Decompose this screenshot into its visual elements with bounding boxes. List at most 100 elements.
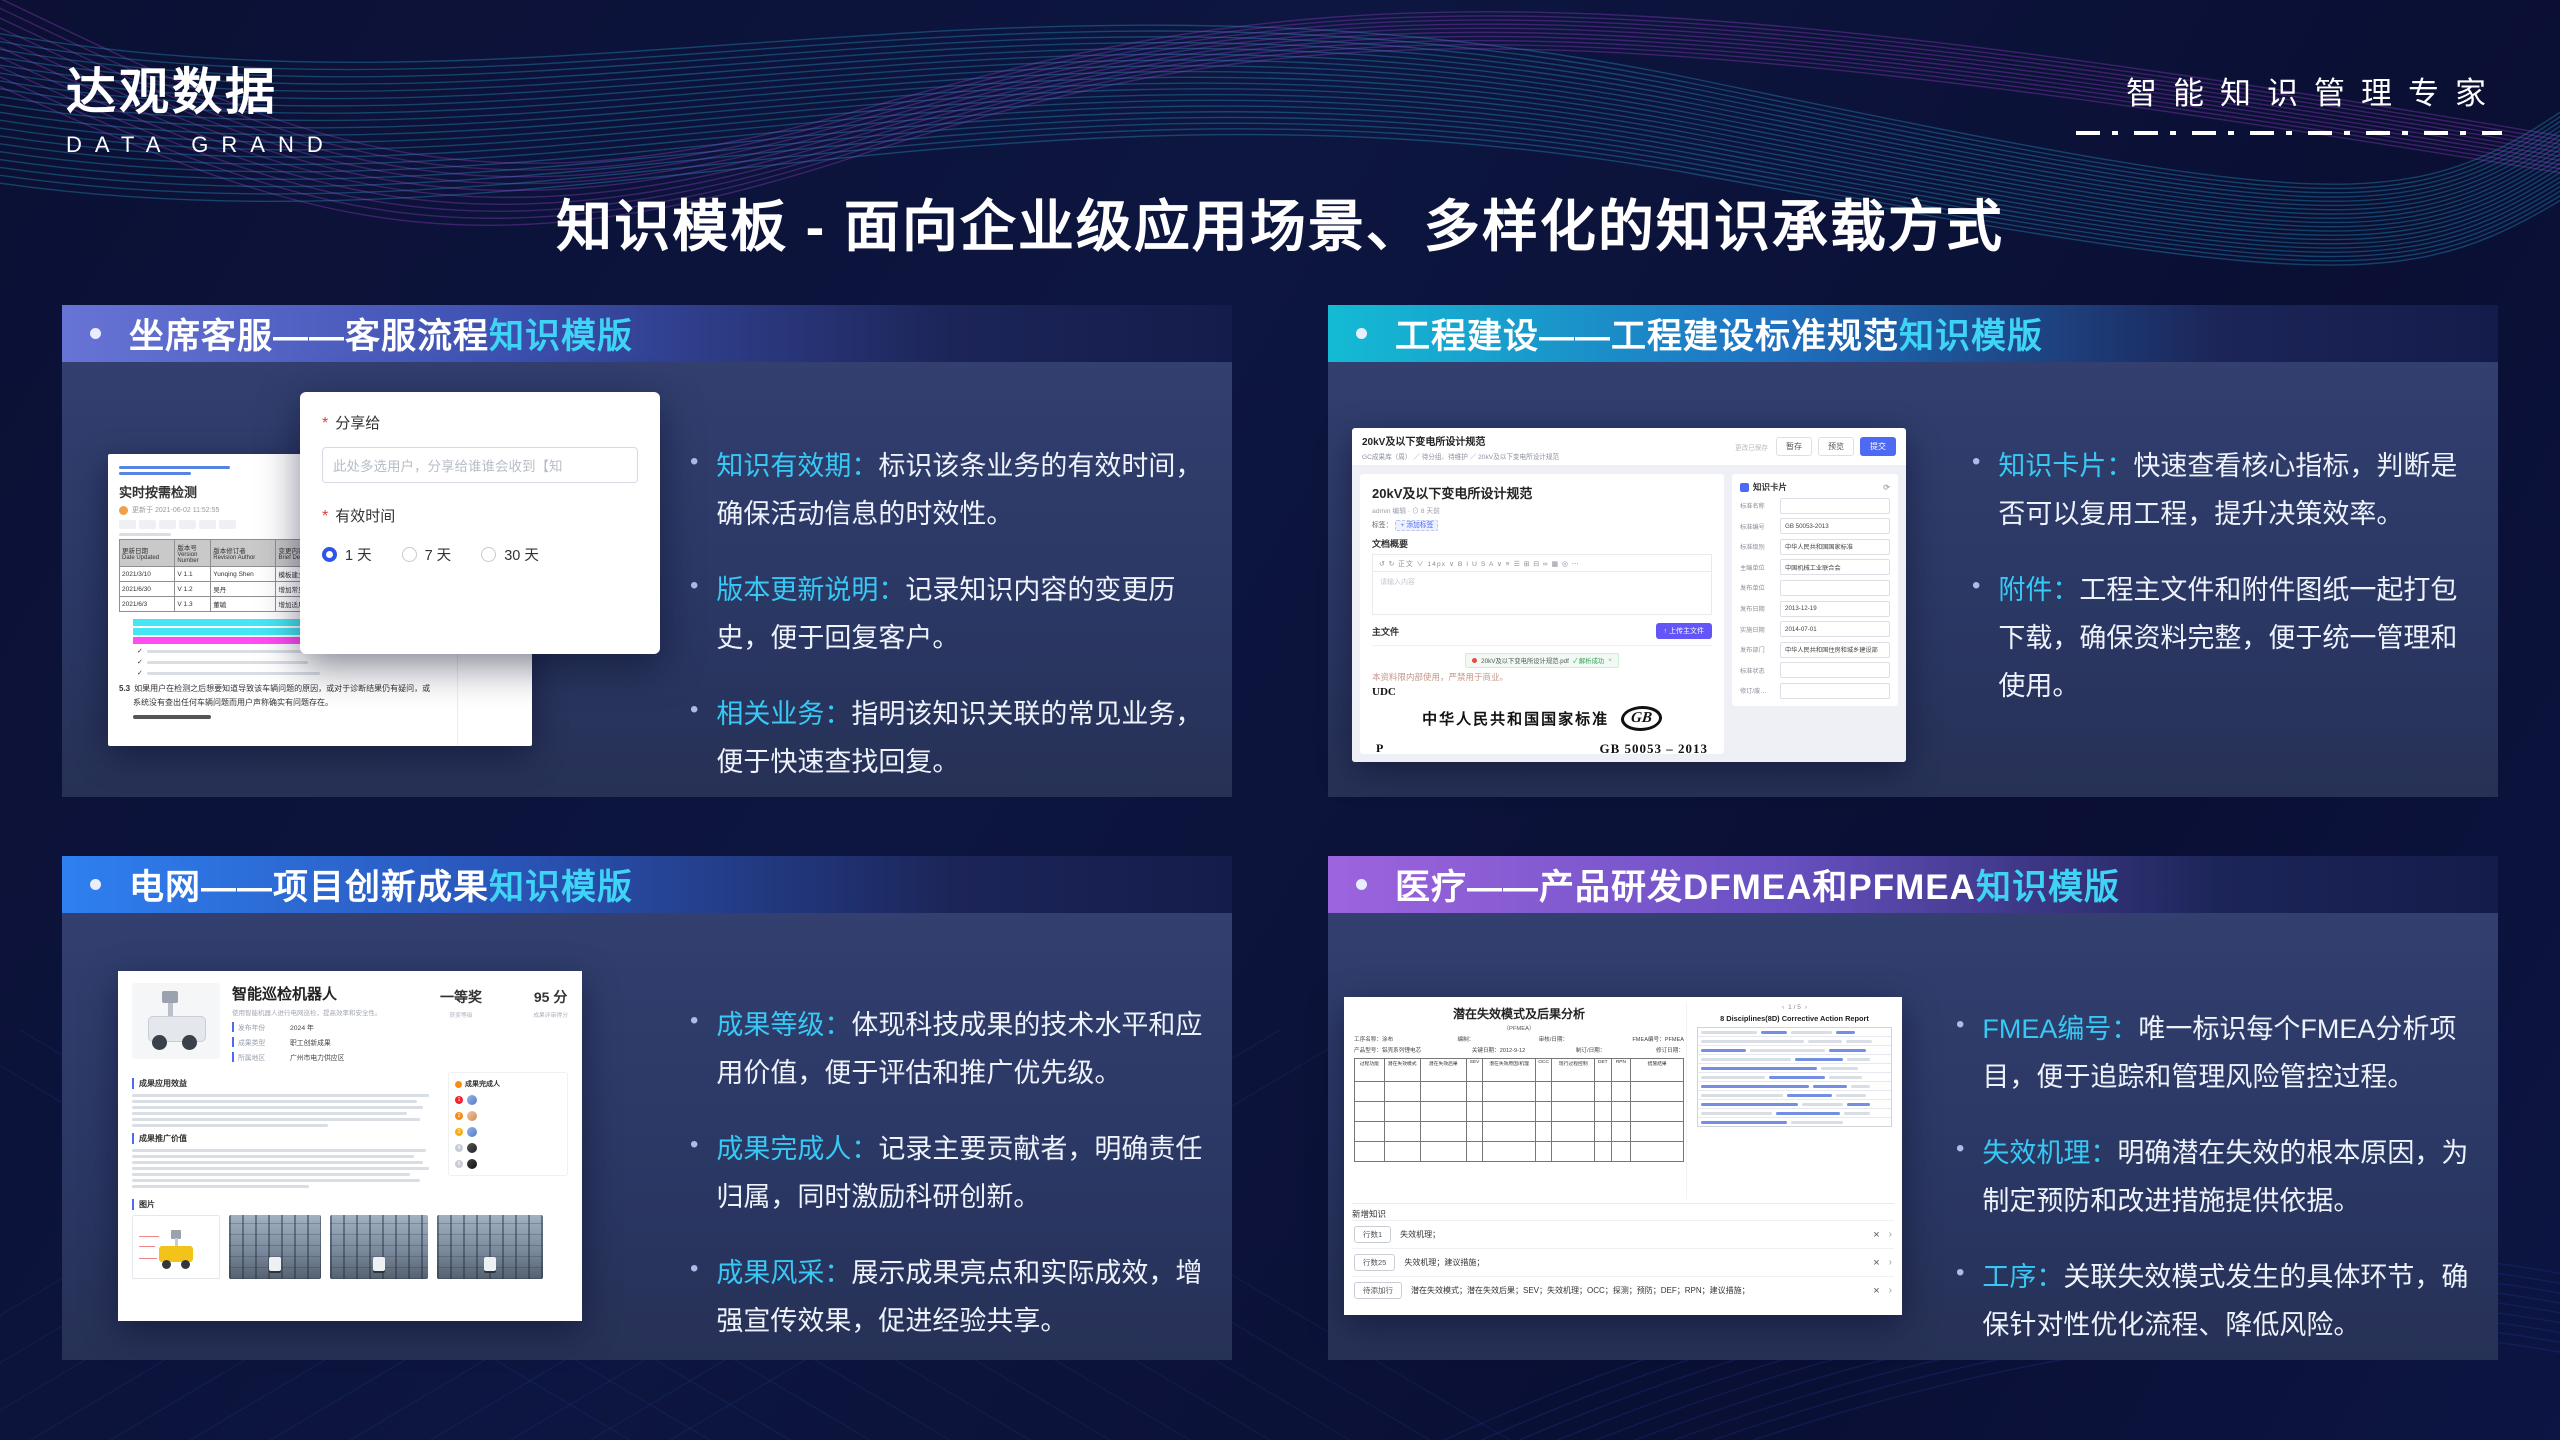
radio-option-1day[interactable]: 1 天: [322, 544, 372, 565]
robot-image: [132, 983, 220, 1059]
panel-medical-fmea: 医疗——产品研发DFMEA和PFMEA知识模版 潜在失效模式及后果分析 （PFM…: [1328, 856, 2498, 1360]
knowledge-row: 行数25 失效机理；建议措施； × ›: [1352, 1248, 1894, 1276]
summary-section-label: 文档概要: [1372, 537, 1712, 550]
radio-option-30days[interactable]: 30 天: [481, 544, 539, 565]
chevron-right-icon[interactable]: ›: [1889, 1257, 1892, 1268]
panel-title-cyan: 知识模版: [1976, 868, 2120, 907]
brand-tagline-text: 智能知识管理专家: [2076, 68, 2502, 113]
substation-photo: [229, 1215, 321, 1279]
brand-logo-en: DATA GRAND: [66, 132, 336, 158]
radio-icon[interactable]: [481, 547, 496, 562]
doc-link-bar: [119, 472, 191, 475]
col-header: 更新日期Date Updated: [120, 540, 175, 567]
pager-prev-icon[interactable]: ‹: [1782, 1004, 1784, 1011]
doc-meta-text: 更新于 2021-06-02 11:52:55: [132, 505, 219, 515]
bullet-item: •知识有效期：标识该条业务的有效时间，确保活动信息的时效性。: [690, 442, 1206, 538]
member-row: 2: [455, 1111, 561, 1121]
pfmea-subtitle: （PFMEA）: [1354, 1023, 1684, 1032]
panel-title: 工程建设——工程建设标准规范知识模版: [1395, 308, 2043, 359]
pfmea-title: 潜在失效模式及后果分析: [1354, 1005, 1684, 1022]
field-input[interactable]: [1780, 580, 1890, 596]
close-icon[interactable]: ×: [1873, 1229, 1879, 1241]
radio-selected-icon[interactable]: [322, 547, 337, 562]
slide: 达观数据 DATA GRAND 智能知识管理专家 知识模板 - 面向企业级应用场…: [0, 0, 2560, 1440]
field-input[interactable]: GB 50053-2013: [1780, 518, 1890, 534]
refresh-icon[interactable]: ⟳: [1883, 483, 1890, 492]
brand-logo-cn: 达观数据: [66, 52, 336, 124]
breadcrumb[interactable]: GC成果库（周） ／ 待分组、待维护 ／ 20kV及以下变电所设计规范: [1362, 451, 1559, 461]
chevron-right-icon[interactable]: ›: [1889, 1229, 1892, 1240]
p-label: P: [1376, 741, 1383, 754]
add-tag-button[interactable]: + 添加标签: [1395, 520, 1438, 531]
col-header: 版本号Version Number: [175, 540, 211, 567]
field-input[interactable]: 中华人民共和国国家标准: [1780, 539, 1890, 555]
panel-body: 实时按需检测 更新于 2021-06-02 11:52:55 更新日期Date …: [62, 362, 1232, 797]
bullet-marker: •: [1956, 1129, 1964, 1225]
pager: ‹1 / 5›: [1697, 1004, 1892, 1011]
draft-button[interactable]: 暂存: [1776, 437, 1812, 456]
member-row: 4: [455, 1143, 561, 1153]
file-preview: 20kV及以下变电所设计规范.pdf ✓ 解析成功 × 本资料限内部使用，严禁用…: [1372, 645, 1712, 754]
report-8d-doc: ‹1 / 5› 8 Disciplines(8D) Corrective Act…: [1695, 1003, 1894, 1199]
field-input[interactable]: 中华人民共和国住房和城乡建设部: [1780, 642, 1890, 658]
bullet-item: •相关业务：指明该知识关联的常见业务，便于快速查找回复。: [690, 690, 1206, 786]
close-icon[interactable]: ×: [1873, 1285, 1879, 1297]
field-input[interactable]: [1780, 498, 1890, 514]
required-asterisk: *: [322, 415, 328, 432]
upload-button[interactable]: ↑ 上传主文件: [1656, 623, 1712, 639]
fmea-row: [1355, 1122, 1684, 1142]
radio-option-7days[interactable]: 7 天: [402, 544, 452, 565]
window-title: 20kV及以下变电所设计规范: [1362, 433, 1559, 448]
bullet-dot-icon: [1356, 879, 1367, 890]
share-user-input[interactable]: 此处多选用户，分享给谁谁会收到【知: [322, 447, 638, 483]
editor-area[interactable]: 请输入内容: [1372, 571, 1712, 615]
preview-button[interactable]: 预览: [1818, 437, 1854, 456]
clause-text: 系统没有查出任何车辆问题而用户声称确实有问题存在。: [133, 697, 446, 709]
panel-header: 坐席客服——客服流程知识模版: [62, 305, 1232, 362]
editor-toolbar[interactable]: ↺ ↻ 正文 ∨ 14px ∨ B I U S A ∨ ≡ ☰ ⊞ ⊟ ∞ ▦ …: [1372, 554, 1712, 571]
bullet-marker: •: [690, 1001, 698, 1097]
bullet-marker: •: [690, 1249, 698, 1345]
remove-file-icon[interactable]: ×: [1608, 657, 1612, 664]
submit-button[interactable]: 提交: [1860, 437, 1896, 456]
pfmea-doc: 潜在失效模式及后果分析 （PFMEA） 工序名称：涂布编制：审核/日期：FMEA…: [1352, 1003, 1687, 1199]
row-chip[interactable]: 行数1: [1354, 1226, 1391, 1243]
standard-title-row: 中华人民共和国国家标准 GB: [1372, 706, 1712, 731]
field-input[interactable]: 2013-12-19: [1780, 601, 1890, 617]
doc-head-center: 智能巡检机器人 使用智能机器人进行电网巡检，提高效率和安全性。 发布年份2024…: [232, 983, 428, 1062]
avatar: [467, 1159, 477, 1169]
row-text: 失效机理；建议措施；: [1404, 1257, 1864, 1268]
fmea-row: [1355, 1142, 1684, 1162]
panel-body: 潜在失效模式及后果分析 （PFMEA） 工序名称：涂布编制：审核/日期：FMEA…: [1328, 913, 2498, 1360]
panel-header: 电网——项目创新成果知识模版: [62, 856, 1232, 913]
panel-title-cyan: 知识模版: [489, 868, 633, 907]
members-title: 成果完成人: [455, 1079, 561, 1089]
file-chip[interactable]: 20kV及以下变电所设计规范.pdf ✓ 解析成功 ×: [1465, 653, 1619, 668]
field-input[interactable]: [1780, 662, 1890, 678]
row-chip[interactable]: 行数25: [1354, 1254, 1395, 1271]
app-actions: 更改已保存 暂存 预览 提交: [1735, 437, 1896, 456]
field-input[interactable]: 2014-07-01: [1780, 621, 1890, 637]
page-title: 知识模板 - 面向企业级应用场景、多样化的知识承载方式: [0, 182, 2560, 263]
card-field: 修订/废…: [1740, 683, 1890, 699]
card-field: 主编单位中国机械工业联合会: [1740, 559, 1890, 575]
doc-title: 智能巡检机器人: [232, 983, 428, 1004]
bullet-item: •成果风采：展示成果亮点和实际成效，增强宣传效果，促进经验共享。: [690, 1249, 1206, 1345]
field-input[interactable]: 中国机械工业联合会: [1780, 559, 1890, 575]
close-icon[interactable]: ×: [1873, 1257, 1879, 1269]
morse-divider: [2076, 131, 2502, 135]
radio-icon[interactable]: [402, 547, 417, 562]
row-chip[interactable]: 待添加行: [1354, 1282, 1402, 1299]
panel-title-white: 工程建设——工程建设标准规范: [1395, 317, 1899, 356]
share-popup: *分享给 此处多选用户，分享给谁谁会收到【知 *有效时间 1 天 7 天 30 …: [300, 392, 660, 654]
fmea-header-row: 过程功能潜在失效模式潜在失效后果SEV潜在失效原因/机理OCC现行过程控制DET…: [1355, 1059, 1684, 1082]
card-field: 实施日期2014-07-01: [1740, 621, 1890, 637]
panel-body: 智能巡检机器人 使用智能机器人进行电网巡检，提高效率和安全性。 发布年份2024…: [62, 913, 1232, 1360]
panel-title: 坐席客服——客服流程知识模版: [129, 308, 633, 359]
field-input[interactable]: [1780, 683, 1890, 699]
bullet-dot-icon: [90, 328, 101, 339]
pager-next-icon[interactable]: ›: [1805, 1004, 1807, 1011]
chevron-right-icon[interactable]: ›: [1889, 1285, 1892, 1296]
panel-title-white: 医疗——产品研发DFMEA和PFMEA: [1395, 868, 1976, 907]
new-knowledge-label: 新增知识: [1352, 1208, 1894, 1220]
